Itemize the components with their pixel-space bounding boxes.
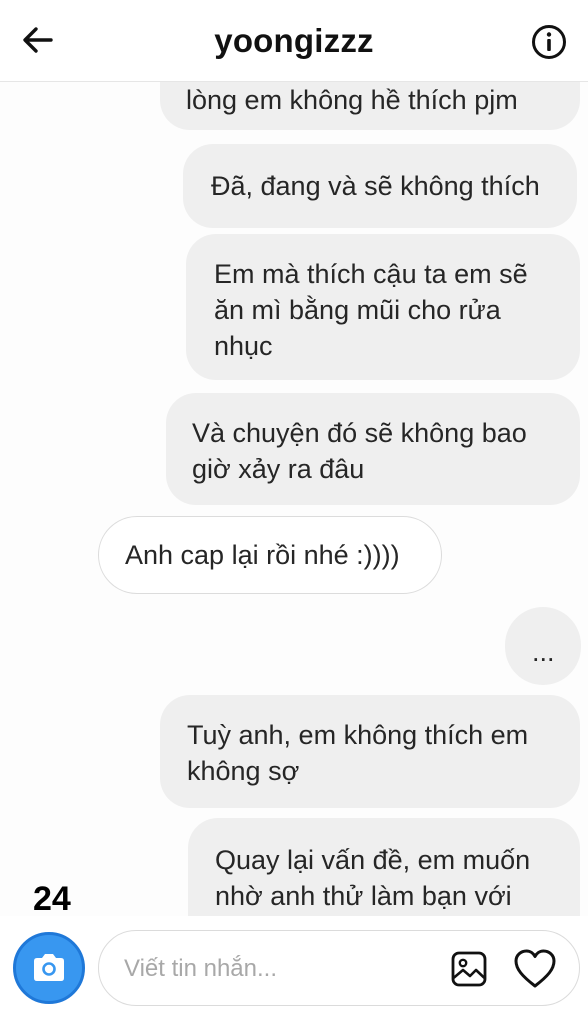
- camera-icon: [34, 954, 64, 981]
- message-bubble-sent[interactable]: Em mà thích cậu ta em sẽ ăn mì bằng mũi …: [186, 234, 580, 380]
- message-bubble-sent[interactable]: Và chuyện đó sẽ không bao giờ xảy ra đâu: [166, 393, 580, 505]
- message-bubble-received[interactable]: Anh cap lại rồi nhé :)))): [98, 516, 442, 594]
- dm-screen: yoongizzz lòng em không hề thích pjm Đã,…: [0, 0, 588, 1022]
- message-input[interactable]: [124, 952, 424, 986]
- message-bubble-sent[interactable]: Quay lại vấn đề, em muốn nhờ anh thử làm…: [188, 818, 580, 916]
- message-thread[interactable]: lòng em không hề thích pjm Đã, đang và s…: [0, 82, 588, 916]
- message-bubble-sent[interactable]: Đã, đang và sẽ không thích: [183, 144, 577, 228]
- message-bubble-sent[interactable]: lòng em không hề thích pjm: [160, 82, 580, 130]
- message-bubble-sent[interactable]: Tuỳ anh, em không thích em không sợ: [160, 695, 580, 808]
- camera-button[interactable]: [13, 932, 85, 1004]
- image-icon[interactable]: [450, 950, 488, 988]
- message-bubble-sent[interactable]: ...: [505, 607, 581, 685]
- page-number: 24: [33, 880, 71, 918]
- chat-header: yoongizzz: [0, 0, 588, 82]
- info-icon[interactable]: [531, 24, 567, 60]
- heart-icon[interactable]: [513, 948, 557, 990]
- chat-title[interactable]: yoongizzz: [0, 22, 588, 60]
